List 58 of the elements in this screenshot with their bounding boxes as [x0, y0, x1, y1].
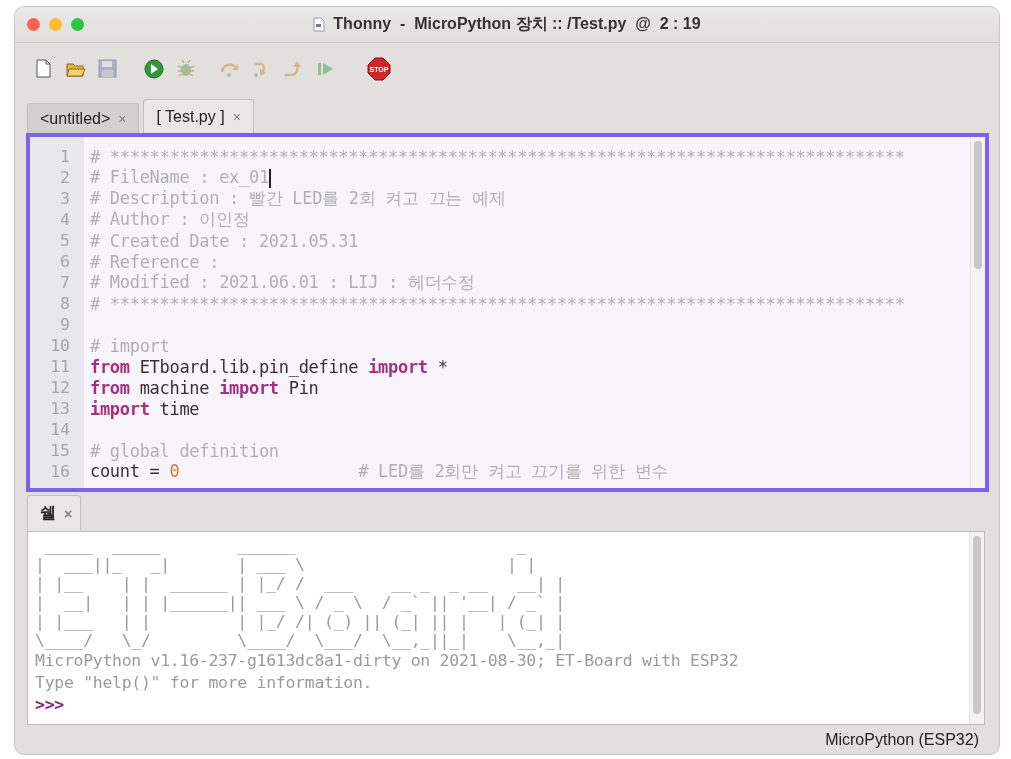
- minimize-button[interactable]: [49, 18, 62, 31]
- line-number: 8: [59, 294, 71, 313]
- tab-label[interactable]: [ Test.py ]: [156, 107, 225, 126]
- zoom-button[interactable]: [71, 18, 84, 31]
- line-number: 3: [59, 189, 71, 208]
- line-number: 9: [59, 315, 71, 334]
- line-number: 2: [59, 168, 71, 187]
- code-line: import time: [90, 398, 200, 419]
- line-number: 14: [49, 420, 71, 439]
- line-number: 6: [59, 252, 71, 271]
- code-line: count = 0 # LED를 2회만 켜고 끄기를 위한 변수: [90, 461, 668, 483]
- ascii-art-line: | |___ | | | |_/ /| (_) || (_| || | | (_| |: [35, 612, 566, 631]
- tab-label[interactable]: <untitled>: [40, 109, 111, 128]
- line-number: 16: [49, 462, 71, 481]
- line-number: 15: [49, 441, 71, 460]
- code-line: # Description : 빨간 LED를 2회 켜고 끄는 예제: [90, 187, 506, 210]
- ascii-art-line: \____/ \_/ \____/ \___/ \__,_||_| \__,_|: [35, 631, 566, 650]
- code-line: # Author : 이인정: [90, 208, 250, 231]
- scrollbar-track[interactable]: [970, 137, 985, 488]
- scrollbar-track[interactable]: [969, 532, 984, 724]
- code-line: from machine import Pin: [90, 377, 319, 398]
- code-line: # ********************************************************************************: [90, 293, 905, 314]
- code-line: # ********************************************************************************: [90, 146, 905, 167]
- code-line: # Modified : 2021.06.01 : LIJ : 헤더수정: [90, 271, 475, 294]
- run-icon[interactable]: [143, 58, 165, 80]
- shell-output: Type "help()" for more information.: [35, 672, 374, 694]
- line-number: 1: [59, 147, 71, 166]
- window-title: Thonny - MicroPython 장치 :: /Test.py @ 2 : 19: [333, 14, 701, 34]
- ascii-art-line: | |__ | | ______ | |_/ / ___ __ _ _ __ __| |: [35, 574, 566, 593]
- line-number: 12: [49, 378, 71, 397]
- shell-panel[interactable]: [27, 531, 985, 725]
- code-line: # Created Date : 2021.05.31: [90, 230, 359, 251]
- scrollbar-thumb[interactable]: [974, 141, 982, 269]
- line-number: 4: [59, 210, 71, 229]
- line-number: 5: [59, 231, 71, 250]
- code-line: # FileName : ex_01: [90, 167, 271, 188]
- file-tab[interactable]: <untitled> ×: [27, 103, 140, 133]
- scrollbar-thumb[interactable]: [973, 536, 981, 714]
- tab-label[interactable]: 쉘: [40, 503, 56, 524]
- code-editor[interactable]: [26, 133, 989, 492]
- shell-prompt[interactable]: >>>: [35, 694, 969, 716]
- ascii-art-line: _____ _____ ______ _: [43, 536, 528, 555]
- line-number: 13: [49, 399, 71, 418]
- file-tab[interactable]: 쉘 ×: [27, 495, 82, 531]
- code-line: # Reference :: [90, 251, 220, 272]
- line-number: 10: [49, 336, 71, 355]
- close-button[interactable]: [27, 18, 40, 31]
- document-icon: [313, 17, 326, 32]
- shell-output: MicroPython v1.16-237-g1613dc8a1-dirty on 2021-08-30; ET-Board with ESP32: [35, 650, 740, 672]
- interpreter-label[interactable]: MicroPython (ESP32): [825, 730, 979, 749]
- ascii-art-line: | ___||_ _| | ___ \ | |: [35, 555, 537, 574]
- ascii-art-line: | __| | | |______|| ___ \ / _ \ / _` || '__| / _` |: [35, 593, 566, 612]
- file-tab[interactable]: [ Test.py ] ×: [143, 99, 254, 133]
- code-line: # import: [90, 335, 170, 356]
- line-number: 7: [59, 273, 71, 292]
- code-line: from ETboard.lib.pin_define import *: [90, 356, 448, 377]
- code-line: # global definition: [90, 440, 279, 461]
- line-number: 11: [49, 357, 71, 376]
